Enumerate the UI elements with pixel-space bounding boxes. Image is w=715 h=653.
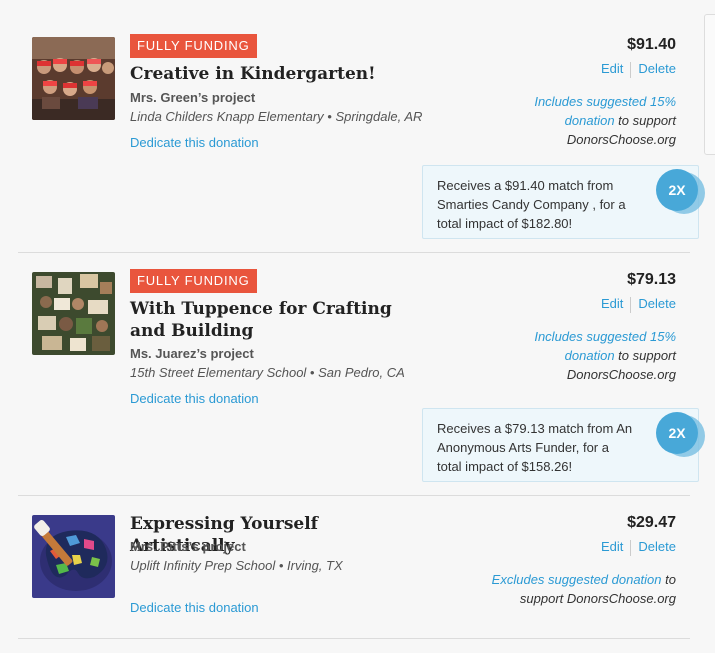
school-location: 15th Street Elementary School • San Pedr… — [130, 365, 405, 380]
delete-link[interactable]: Delete — [638, 539, 676, 554]
suggested-donation-link[interactable]: Excludes suggested donation — [492, 572, 662, 587]
donation-amount: $29.47 — [627, 514, 676, 531]
edit-link[interactable]: Edit — [601, 61, 623, 76]
item-divider — [18, 495, 690, 496]
fully-funding-badge: FULLY FUNDING — [130, 269, 257, 293]
teacher-name: Mrs. Green’s project — [130, 90, 256, 105]
side-panel-edge — [704, 14, 715, 155]
suggested-donation-note: Excludes suggested donation to support D… — [476, 570, 676, 608]
divider — [630, 539, 632, 556]
dedicate-donation-link[interactable]: Dedicate this donation — [130, 391, 259, 406]
project-title[interactable]: With Tuppence for Crafting and Building — [130, 298, 420, 342]
teacher-name: Ms. Juarez’s project — [130, 346, 254, 361]
fully-funding-badge: FULLY FUNDING — [130, 34, 257, 58]
school-location: Uplift Infinity Prep School • Irving, TX — [130, 558, 343, 573]
school-location: Linda Childers Knapp Elementary • Spring… — [130, 109, 423, 124]
classroom-photo-icon[interactable] — [32, 272, 115, 355]
delete-link[interactable]: Delete — [638, 61, 676, 76]
dedicate-donation-link[interactable]: Dedicate this donation — [130, 135, 259, 150]
suggested-donation-note: Includes suggested 15% donation to suppo… — [506, 92, 676, 149]
double-match-icon: 2X — [656, 169, 705, 217]
paint-palette-icon[interactable] — [32, 515, 115, 598]
delete-link[interactable]: Delete — [638, 296, 676, 311]
double-match-label: 2X — [668, 182, 686, 198]
donation-amount: $91.40 — [627, 36, 676, 53]
double-match-label: 2X — [668, 425, 686, 441]
match-text: Receives a $91.40 match from Smarties Ca… — [437, 178, 626, 231]
item-divider — [18, 252, 690, 253]
suggested-donation-note: Includes suggested 15% donation to suppo… — [506, 327, 676, 384]
edit-link[interactable]: Edit — [601, 539, 623, 554]
item-divider — [18, 638, 690, 639]
item-actions: Edit Delete — [601, 296, 676, 313]
divider — [630, 61, 632, 78]
donation-amount: $79.13 — [627, 271, 676, 288]
project-title[interactable]: Creative in Kindergarten! — [130, 63, 420, 85]
teacher-name: Mrs. Pitts’s project — [130, 539, 246, 554]
match-text: Receives a $79.13 match from An Anonymou… — [437, 421, 633, 474]
edit-link[interactable]: Edit — [601, 296, 623, 311]
item-actions: Edit Delete — [601, 61, 676, 78]
divider — [630, 296, 632, 313]
classroom-photo-icon[interactable] — [32, 37, 115, 120]
double-match-icon: 2X — [656, 412, 705, 460]
dedicate-donation-link[interactable]: Dedicate this donation — [130, 600, 259, 615]
item-actions: Edit Delete — [601, 539, 676, 556]
